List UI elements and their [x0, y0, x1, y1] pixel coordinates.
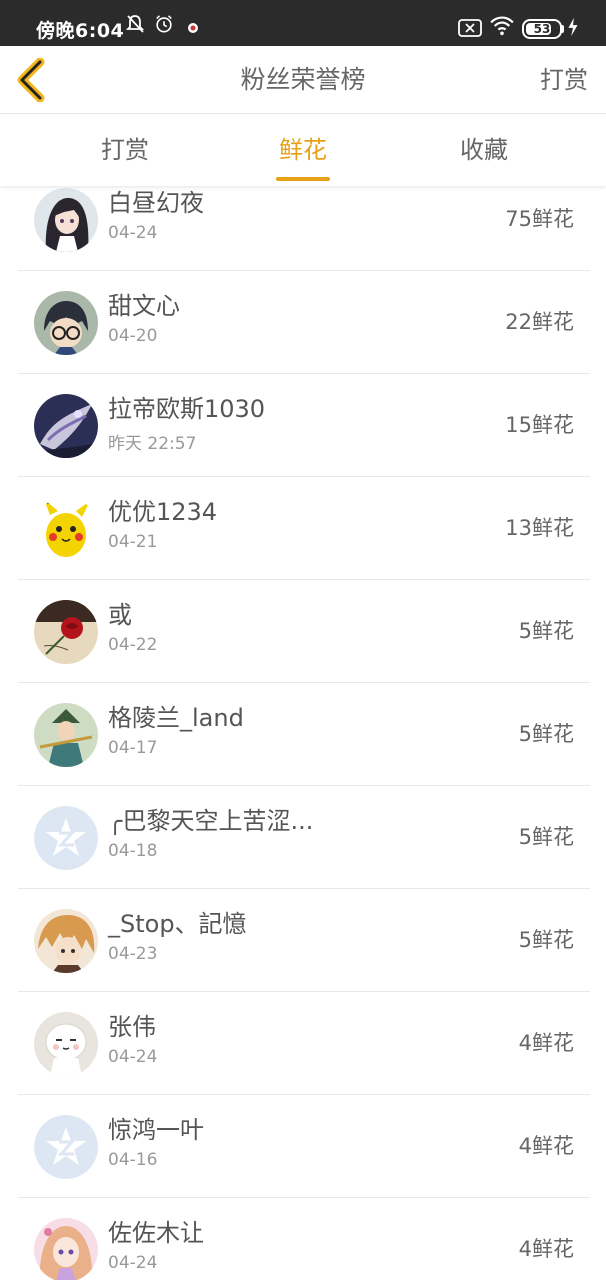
- fan-date: 04-18: [108, 841, 158, 861]
- avatar: [34, 497, 98, 561]
- list-item[interactable]: _Stop、記憶 04-23 5鲜花: [18, 889, 590, 992]
- charging-icon: [568, 17, 578, 37]
- wifi-icon: [490, 16, 514, 36]
- fan-name: _Stop、記憶: [108, 910, 247, 938]
- fan-date: 04-24: [108, 223, 158, 243]
- list-item[interactable]: 惊鸿一叶 04-16 4鲜花: [18, 1095, 590, 1198]
- status-bar: 傍晚6:04 53: [0, 0, 606, 46]
- flower-count: 5鲜花: [518, 722, 574, 746]
- avatar: [34, 291, 98, 355]
- flower-count: 4鲜花: [518, 1134, 574, 1158]
- tab-flowers[interactable]: 鲜花: [202, 115, 404, 185]
- nav-bar: 粉丝荣誉榜 打赏: [0, 46, 606, 114]
- fan-name: 或: [108, 601, 132, 629]
- status-time: 傍晚6:04: [36, 20, 125, 42]
- avatar: [34, 703, 98, 767]
- flower-count: 13鲜花: [505, 516, 574, 540]
- fan-date: 04-20: [108, 326, 158, 346]
- fan-date: 04-21: [108, 532, 158, 552]
- default-avatar: [34, 806, 98, 870]
- avatar: [34, 909, 98, 973]
- flower-count: 5鲜花: [518, 928, 574, 952]
- tab-reward[interactable]: 打赏: [24, 115, 226, 185]
- avatar: [34, 1218, 98, 1280]
- fan-date: 04-16: [108, 1150, 158, 1170]
- notification-icon: [188, 23, 198, 33]
- list-item[interactable]: 甜文心 04-20 22鲜花: [18, 271, 590, 374]
- mute-bell-icon: [125, 15, 145, 33]
- list-item[interactable]: 拉帝欧斯1030 昨天 22:57 15鲜花: [18, 374, 590, 477]
- flower-count: 22鲜花: [505, 310, 574, 334]
- flower-count: 4鲜花: [518, 1237, 574, 1261]
- fan-date: 04-23: [108, 944, 158, 964]
- list-item[interactable]: 或 04-22 5鲜花: [18, 580, 590, 683]
- fan-name: 格陵兰_land: [108, 704, 244, 732]
- tab-bar: 打赏 鲜花 收藏: [0, 115, 606, 186]
- list-item[interactable]: ╭巴黎天空上苦涩... 04-18 5鲜花: [18, 786, 590, 889]
- active-tab-indicator: [276, 177, 330, 181]
- tab-favorites[interactable]: 收藏: [383, 115, 585, 185]
- fan-name: 优优1234: [108, 498, 218, 526]
- list-item[interactable]: 张伟 04-24 4鲜花: [18, 992, 590, 1095]
- battery-icon: 53: [522, 19, 562, 39]
- avatar: [34, 600, 98, 664]
- fan-date: 04-22: [108, 635, 158, 655]
- page-title: 粉丝荣誉榜: [240, 65, 366, 94]
- list-item[interactable]: 佐佐木让 04-24 4鲜花: [18, 1198, 590, 1280]
- fan-list[interactable]: 白昼幻夜 04-24 75鲜花 甜文心 04-20 22鲜花 拉帝欧斯1030 …: [0, 186, 606, 1280]
- list-item[interactable]: 格陵兰_land 04-17 5鲜花: [18, 683, 590, 786]
- flower-count: 5鲜花: [518, 825, 574, 849]
- battery-level: 53: [533, 22, 551, 36]
- flower-count: 4鲜花: [518, 1031, 574, 1055]
- avatar: [34, 1012, 98, 1076]
- fan-date: 04-24: [108, 1253, 158, 1273]
- fan-date: 昨天 22:57: [108, 434, 197, 454]
- fan-name: 拉帝欧斯1030: [108, 395, 266, 423]
- sim-x-icon: [458, 19, 482, 37]
- fan-name: 惊鸿一叶: [108, 1116, 204, 1144]
- fan-name: 甜文心: [108, 292, 180, 320]
- flower-count: 75鲜花: [505, 207, 574, 231]
- default-avatar: [34, 1115, 98, 1179]
- fan-name: 佐佐木让: [108, 1219, 204, 1247]
- flower-count: 15鲜花: [505, 413, 574, 437]
- flower-count: 5鲜花: [518, 619, 574, 643]
- fan-date: 04-24: [108, 1047, 158, 1067]
- list-item[interactable]: 优优1234 04-21 13鲜花: [18, 477, 590, 580]
- list-item[interactable]: 白昼幻夜 04-24 75鲜花: [18, 186, 590, 271]
- fan-name: 张伟: [108, 1013, 156, 1041]
- fan-date: 04-17: [108, 738, 158, 758]
- alarm-icon: [156, 15, 172, 33]
- reward-button[interactable]: 打赏: [540, 46, 588, 114]
- avatar: [34, 394, 98, 458]
- fan-name: ╭巴黎天空上苦涩...: [108, 807, 314, 835]
- avatar: [34, 188, 98, 252]
- fan-name: 白昼幻夜: [108, 189, 204, 217]
